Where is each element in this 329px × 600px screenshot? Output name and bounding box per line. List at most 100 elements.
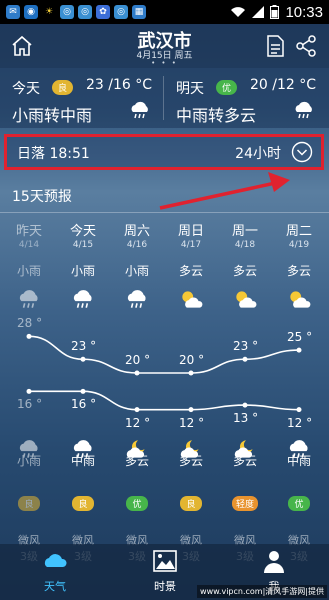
rain-cloud-icon <box>73 290 92 308</box>
notification-app-icon: ◉ <box>24 5 38 19</box>
day-weather: 多云 <box>178 264 203 278</box>
app-header: 武汉市 4月15日 周五 • • • <box>0 24 329 68</box>
tomorrow-temps: 20 /12 °C <box>249 77 316 93</box>
aqi-badge: 优 <box>126 496 148 511</box>
sun-cloud-icon <box>236 291 257 308</box>
today-temps: 23 /16 °C <box>85 77 152 93</box>
low-temp-label: 12 ° <box>179 415 205 430</box>
low-temp-label: 13 ° <box>233 411 259 426</box>
high-temp-point <box>26 333 32 339</box>
high-temp-line <box>28 335 300 374</box>
day-name: 昨天 <box>15 224 42 239</box>
low-temp-point <box>296 407 302 413</box>
low-temp-point <box>242 402 248 408</box>
low-temp-point <box>134 407 140 413</box>
high-temp-label: 20 ° <box>125 353 151 367</box>
tomorrow-desc: 中雨转多云 <box>176 106 257 125</box>
today-summary[interactable]: 今天 良 23 /16 °C 小雨转中雨 <box>0 68 160 128</box>
status-time: 10:33 <box>285 3 323 21</box>
day-weather: 小雨 <box>16 264 41 278</box>
notification-app-icon: ▦ <box>132 5 146 19</box>
day-date: 4/19 <box>288 240 310 250</box>
page-indicator: • • • <box>151 59 178 67</box>
day-name: 周一 <box>231 224 258 239</box>
low-temp-label: 16 ° <box>71 397 97 412</box>
temperature-chart <box>26 333 302 413</box>
notification-icons: ✉ ◉ ☀ ◎ ◎ ✿ ◎ ▦ <box>6 5 146 19</box>
sun-notification-icon: ☀ <box>44 7 54 17</box>
high-temp-label: 20 ° <box>179 353 205 367</box>
aqi-badge: 优 <box>288 496 310 511</box>
night-weather: 多云 <box>124 454 149 468</box>
nav-weather[interactable]: 天气 <box>0 544 110 600</box>
watermark: www.vipcn.com|清风手游网|提供 <box>197 585 327 598</box>
night-weather: 小雨 <box>16 454 41 468</box>
document-icon[interactable] <box>265 35 285 57</box>
high-temp-point <box>188 370 194 376</box>
forecast-title: 15天预报 <box>12 189 72 205</box>
tomorrow-summary[interactable]: 明天 优 20 /12 °C 中雨转多云 <box>164 68 324 128</box>
high-temp-label: 25 ° <box>287 330 313 345</box>
day-date: 4/14 <box>18 240 40 250</box>
night-weather: 多云 <box>178 454 203 468</box>
aqi-badge: 良 <box>52 80 74 95</box>
rain-cloud-icon <box>19 290 38 308</box>
day-date: 4/15 <box>72 240 94 250</box>
day-weather: 小雨 <box>124 264 149 278</box>
low-temp-point <box>80 388 86 394</box>
person-icon <box>264 551 284 573</box>
day-weather: 小雨 <box>70 264 95 278</box>
notification-app-icon: ◎ <box>78 5 92 19</box>
aqi-badge: 良 <box>72 496 94 511</box>
rain-cloud-icon <box>295 101 312 119</box>
high-temp-point <box>134 370 140 376</box>
day-name: 今天 <box>69 224 96 239</box>
low-temp-label: 16 ° <box>17 397 43 412</box>
today-label: 今天 <box>12 81 40 97</box>
high-temp-point <box>242 356 248 362</box>
high-temp-label: 28 ° <box>17 316 43 331</box>
low-temp-point <box>26 388 32 394</box>
day-date: 4/18 <box>234 240 256 250</box>
low-temp-label: 12 ° <box>125 415 151 430</box>
cloud-icon <box>44 554 67 567</box>
cellular-icon <box>252 6 265 18</box>
high-temp-point <box>296 347 302 353</box>
share-icon[interactable] <box>295 35 317 57</box>
status-bar: ✉ ◉ ☀ ◎ ◎ ✿ ◎ ▦ 10:33 <box>0 0 329 24</box>
night-weather: 中雨 <box>286 454 311 468</box>
notification-app-icon: ◎ <box>114 5 128 19</box>
sunset-time: 日落 18:51 <box>17 146 90 162</box>
night-weather: 多云 <box>232 454 257 468</box>
day-name: 周二 <box>285 224 312 239</box>
day-weather: 多云 <box>286 264 311 278</box>
aqi-badge: 轻度 <box>232 496 258 511</box>
nav-label: 天气 <box>44 580 66 593</box>
rain-cloud-icon <box>127 290 146 308</box>
sun-cloud-icon <box>290 291 311 308</box>
wifi-icon <box>231 7 246 17</box>
day-name: 周日 <box>177 224 204 239</box>
day-date: 4/16 <box>126 240 148 250</box>
annotation-arrow <box>159 172 290 210</box>
notification-app-icon: ◎ <box>60 5 74 19</box>
aqi-badge: 良 <box>18 496 40 511</box>
low-temp-label: 12 ° <box>287 415 313 430</box>
status-right: 10:33 <box>230 4 323 21</box>
high-temp-label: 23 ° <box>71 339 97 354</box>
low-temp-point <box>188 407 194 413</box>
low-temp-line <box>29 390 300 411</box>
today-desc: 小雨转中雨 <box>12 106 93 125</box>
photo-icon <box>153 550 177 572</box>
notification-app-icon: ✉ <box>6 5 20 19</box>
day-weather: 多云 <box>232 264 257 278</box>
battery-icon <box>270 5 280 19</box>
high-temp-label: 23 ° <box>233 339 259 354</box>
high-temp-point <box>80 356 86 362</box>
today-tomorrow-panel: 今天 良 23 /16 °C 小雨转中雨 明天 优 20 /12 °C 中雨转多… <box>0 68 329 128</box>
night-weather: 中雨 <box>70 454 95 468</box>
aqi-badge: 良 <box>180 496 202 511</box>
aqi-badge: 优 <box>216 80 238 95</box>
divider <box>0 212 329 213</box>
sun-cloud-icon <box>182 291 203 308</box>
